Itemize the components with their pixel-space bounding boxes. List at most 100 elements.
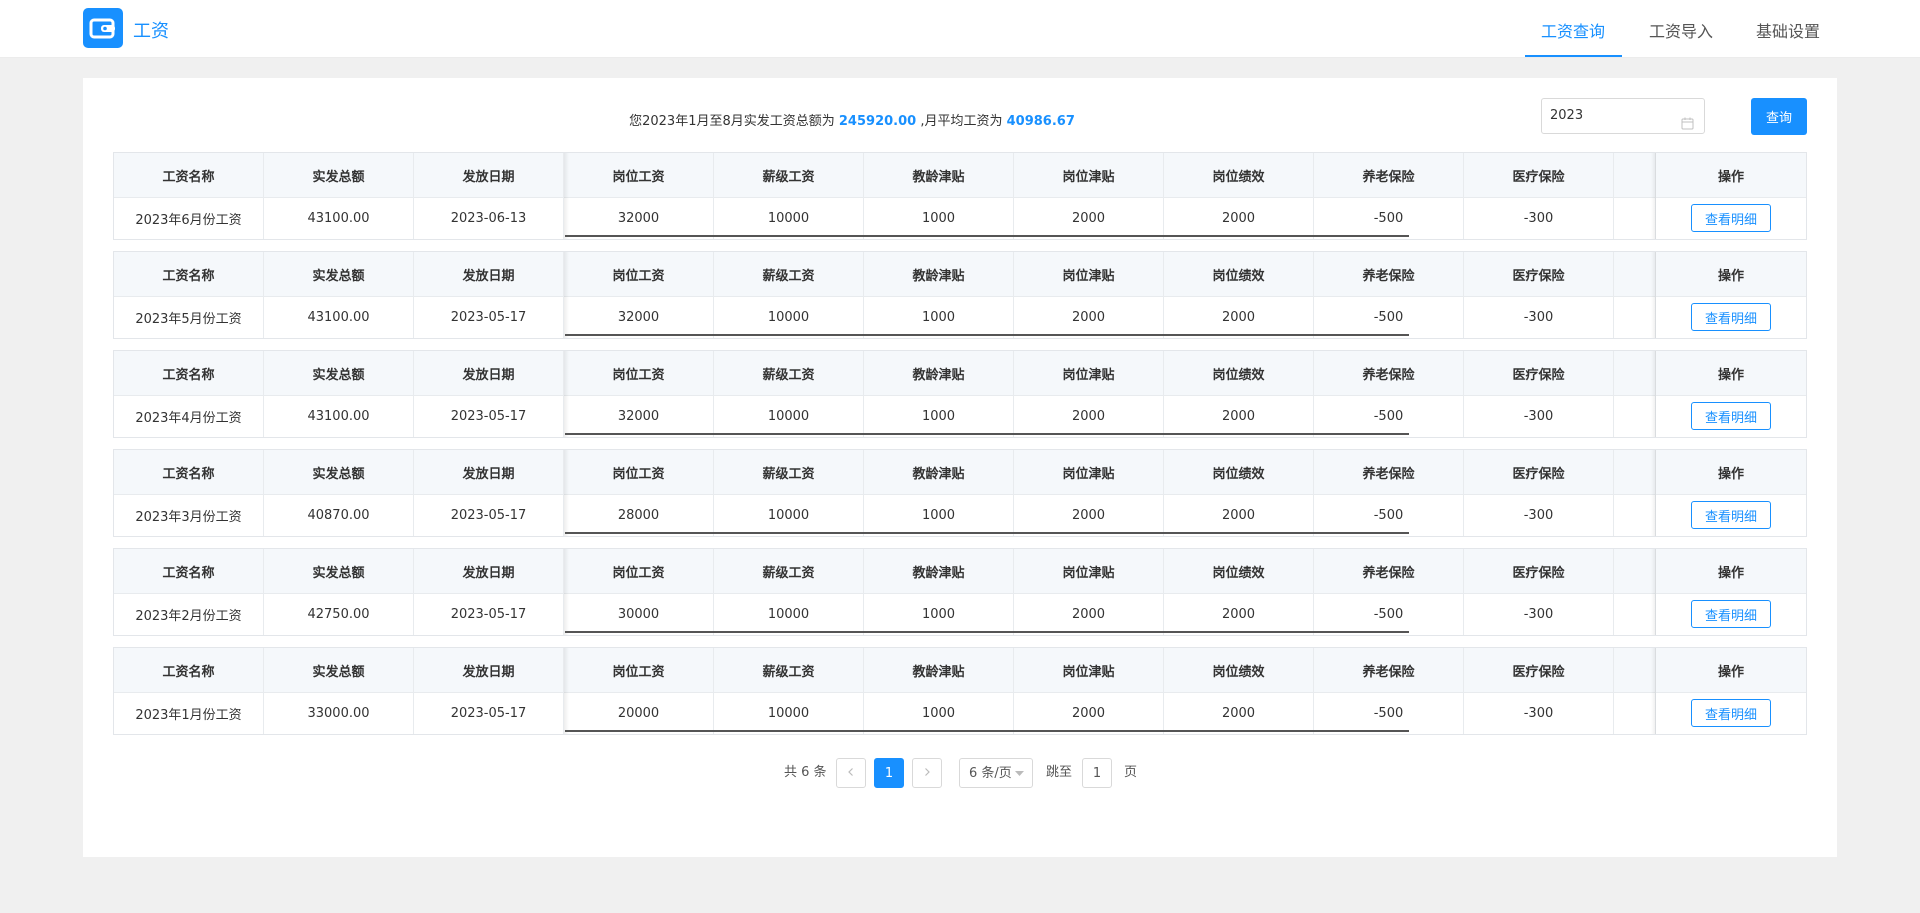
next-page-button[interactable] xyxy=(912,758,942,788)
column-header: 操作 xyxy=(1717,466,1744,482)
table-cell: -500 xyxy=(1314,494,1464,536)
horizontal-scrollbar[interactable] xyxy=(565,532,1409,534)
nav-salary-query[interactable]: 工资查询 xyxy=(1541,18,1605,42)
year-picker[interactable]: 2023 xyxy=(1541,98,1705,134)
horizontal-scrollbar[interactable] xyxy=(565,334,1409,336)
table-cell: 30000 xyxy=(564,593,714,635)
column-header xyxy=(1614,450,1656,494)
column-header: 发放日期 xyxy=(414,351,564,395)
page-1-button[interactable]: 1 xyxy=(874,758,904,788)
column-header: 实发总额 xyxy=(264,351,414,395)
table-header-row: 工资名称 实发总额 发放日期 岗位工资 薪级工资 教龄津贴 岗位津贴 岗位绩效 养老保险 医疗保险… xyxy=(114,153,1806,198)
view-detail-button[interactable]: 查看明细 xyxy=(1691,501,1771,529)
table-cell-empty xyxy=(1614,593,1656,635)
column-header: 操作 xyxy=(1717,664,1744,680)
fixed-column-shadow-left xyxy=(564,648,569,734)
column-header: 养老保险 xyxy=(1314,153,1464,197)
year-value: 2023 xyxy=(1550,108,1584,123)
table-cell: 2023年4月份工资 xyxy=(114,395,264,437)
horizontal-scrollbar[interactable] xyxy=(565,235,1409,237)
table-cell: 2023-05-17 xyxy=(414,395,564,437)
column-header: 实发总额 xyxy=(264,549,414,593)
column-header: 薪级工资 xyxy=(714,648,864,692)
horizontal-scrollbar[interactable] xyxy=(565,631,1409,633)
view-detail-button[interactable]: 查看明细 xyxy=(1691,600,1771,628)
summary-average: 40986.67 xyxy=(1006,114,1075,129)
column-header: 工资名称 xyxy=(114,351,264,395)
view-detail-button[interactable]: 查看明细 xyxy=(1691,699,1771,727)
salary-table: 工资名称 实发总额 发放日期 岗位工资 薪级工资 教龄津贴 岗位津贴 岗位绩效 养老保险 医疗保险… xyxy=(113,548,1807,636)
column-header: 岗位绩效 xyxy=(1164,351,1314,395)
table-cell-empty xyxy=(1614,197,1656,239)
table-cell: 10000 xyxy=(714,692,864,734)
column-header: 养老保险 xyxy=(1314,450,1464,494)
column-header: 教龄津贴 xyxy=(864,648,1014,692)
column-header: 工资名称 xyxy=(114,450,264,494)
nav-salary-import[interactable]: 工资导入 xyxy=(1649,18,1713,42)
table-cell: 2000 xyxy=(1164,494,1314,536)
table-cell: 43100.00 xyxy=(264,395,414,437)
table-cell: 2023年3月份工资 xyxy=(114,494,264,536)
table-row: 2023年2月份工资 42750.00 2023-05-17 30000 10000 10… xyxy=(114,593,1806,635)
view-detail-button[interactable]: 查看明细 xyxy=(1691,204,1771,232)
column-header: 操作 xyxy=(1717,169,1744,185)
table-cell: 2000 xyxy=(1014,296,1164,338)
column-header: 医疗保险 xyxy=(1464,351,1614,395)
salary-table: 工资名称 实发总额 发放日期 岗位工资 薪级工资 教龄津贴 岗位津贴 岗位绩效 养老保险 医疗保险… xyxy=(113,350,1807,438)
column-header: 操作 xyxy=(1717,367,1744,383)
table-row: 2023年5月份工资 43100.00 2023-05-17 32000 10000 10… xyxy=(114,296,1806,338)
query-button[interactable]: 查询 xyxy=(1751,98,1807,135)
summary-prefix: 您2023年1月至8月实发工资总额为 xyxy=(629,114,835,129)
table-cell: -500 xyxy=(1314,395,1464,437)
column-header xyxy=(1614,351,1656,395)
fixed-column-shadow-left xyxy=(564,153,569,239)
page-size-select[interactable]: 6 条/页 xyxy=(959,758,1033,788)
fixed-column-shadow-left xyxy=(564,450,569,536)
column-header: 教龄津贴 xyxy=(864,549,1014,593)
salary-table: 工资名称 实发总额 发放日期 岗位工资 薪级工资 教龄津贴 岗位津贴 岗位绩效 养老保险 医疗保险… xyxy=(113,251,1807,339)
column-header: 实发总额 xyxy=(264,153,414,197)
view-detail-button[interactable]: 查看明细 xyxy=(1691,303,1771,331)
column-header: 薪级工资 xyxy=(714,351,864,395)
prev-page-button[interactable] xyxy=(836,758,866,788)
column-header: 工资名称 xyxy=(114,153,264,197)
table-cell: 2023-05-17 xyxy=(414,296,564,338)
table-cell: 2000 xyxy=(1014,593,1164,635)
fixed-column-shadow-right xyxy=(1651,648,1656,734)
column-header: 岗位绩效 xyxy=(1164,648,1314,692)
table-cell: 2023年2月份工资 xyxy=(114,593,264,635)
column-header: 养老保险 xyxy=(1314,648,1464,692)
table-cell: 2023-05-17 xyxy=(414,593,564,635)
table-cell: 1000 xyxy=(864,593,1014,635)
table-cell: 2000 xyxy=(1164,197,1314,239)
table-cell: 1000 xyxy=(864,494,1014,536)
column-header: 医疗保险 xyxy=(1464,252,1614,296)
fixed-column-shadow-right xyxy=(1651,153,1656,239)
table-cell: -500 xyxy=(1314,197,1464,239)
column-header: 岗位绩效 xyxy=(1164,153,1314,197)
jump-page-input[interactable]: 1 xyxy=(1082,758,1112,788)
main-panel: 您2023年1月至8月实发工资总额为 245920.00 ,月平均工资为 409… xyxy=(83,78,1837,857)
table-cell: 10000 xyxy=(714,197,864,239)
column-header: 岗位工资 xyxy=(564,252,714,296)
horizontal-scrollbar[interactable] xyxy=(565,433,1409,435)
column-header: 操作 xyxy=(1717,268,1744,284)
table-cell: 2000 xyxy=(1164,395,1314,437)
horizontal-scrollbar[interactable] xyxy=(565,730,1409,732)
wallet-icon xyxy=(83,8,123,48)
table-cell: 2000 xyxy=(1164,593,1314,635)
table-cell: 2023年5月份工资 xyxy=(114,296,264,338)
table-cell: 32000 xyxy=(564,197,714,239)
jump-prefix: 跳至 xyxy=(1046,765,1073,780)
view-detail-button[interactable]: 查看明细 xyxy=(1691,402,1771,430)
pagination: 共 6 条 1 6 条/页 跳至 1 页 xyxy=(83,758,1837,790)
column-header: 养老保险 xyxy=(1314,252,1464,296)
column-header: 岗位津贴 xyxy=(1014,450,1164,494)
column-header xyxy=(1614,252,1656,296)
nav-basic-settings[interactable]: 基础设置 xyxy=(1756,18,1820,42)
column-header: 岗位津贴 xyxy=(1014,549,1164,593)
calendar-icon xyxy=(1681,110,1694,144)
table-header-row: 工资名称 实发总额 发放日期 岗位工资 薪级工资 教龄津贴 岗位津贴 岗位绩效 养老保险 医疗保险… xyxy=(114,351,1806,396)
table-cell: -500 xyxy=(1314,296,1464,338)
column-header: 薪级工资 xyxy=(714,450,864,494)
